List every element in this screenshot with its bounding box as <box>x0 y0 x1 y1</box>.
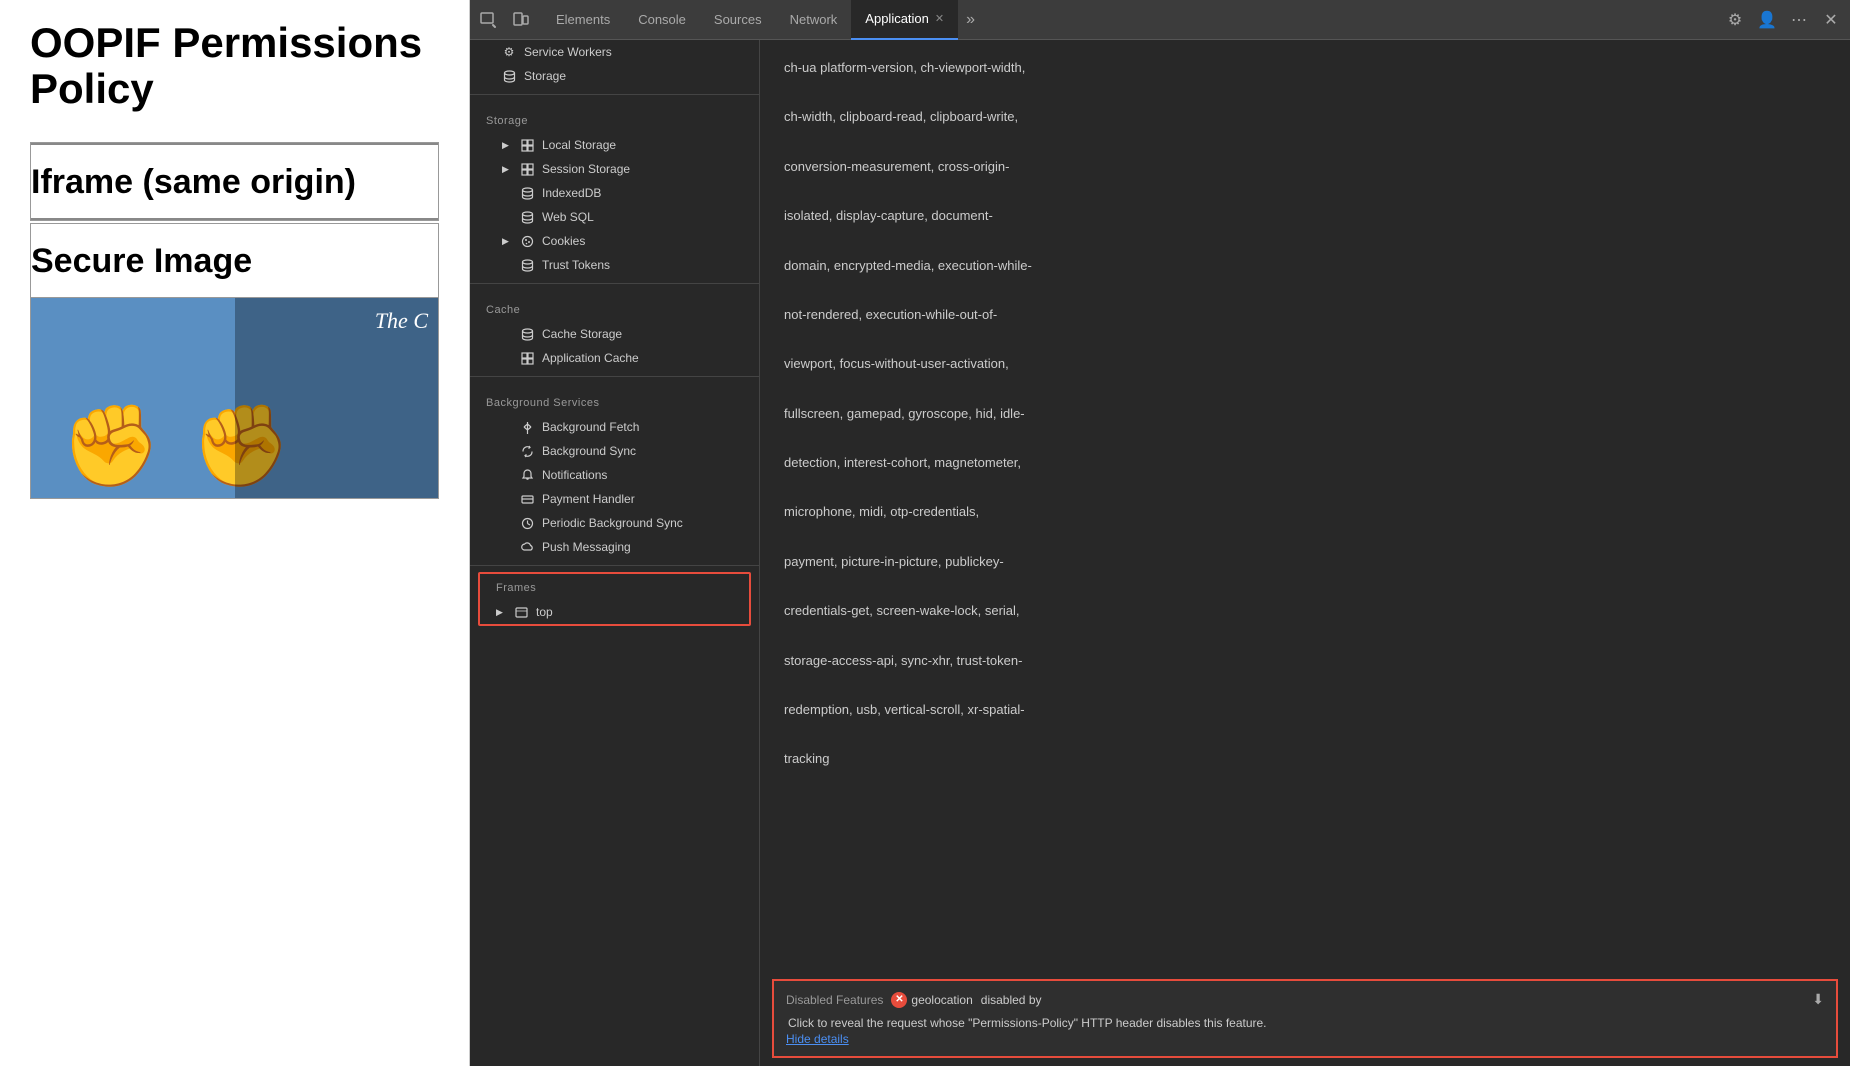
user-icon[interactable]: 👤 <box>1756 9 1778 31</box>
sidebar-item-payment-handler[interactable]: Payment Handler <box>470 487 759 511</box>
main-content-area: ch-ua platform-version, ch-viewport-widt… <box>760 40 1850 971</box>
db-icon <box>502 69 516 83</box>
arrow-icon-2: ▶ <box>502 236 512 247</box>
sidebar-item-local-storage[interactable]: ▶ Local Storage <box>470 133 759 157</box>
db-icon-3 <box>520 210 534 224</box>
sidebar-item-periodic-bg-sync[interactable]: Periodic Background Sync <box>470 511 759 535</box>
sidebar-item-notifications[interactable]: Notifications <box>470 463 759 487</box>
divider-2 <box>470 283 759 284</box>
bell-icon <box>520 468 534 482</box>
sidebar-item-indexeddb[interactable]: IndexedDB <box>470 181 759 205</box>
divider-3 <box>470 376 759 377</box>
disabled-features-label: Disabled Features <box>786 993 883 1007</box>
clock-icon <box>520 516 534 530</box>
sidebar-item-trust-tokens[interactable]: Trust Tokens <box>470 253 759 277</box>
iframe-title: Iframe (same origin) <box>31 143 438 220</box>
cache-section-header: Cache <box>470 290 759 322</box>
image-label: The C <box>375 308 428 334</box>
devtools-panel: Elements Console Sources Network Applica… <box>470 0 1850 1066</box>
devtools-topbar: Elements Console Sources Network Applica… <box>470 0 1850 40</box>
disabled-features-bar: Disabled Features ✕ geolocation disabled… <box>772 979 1838 1058</box>
tab-application[interactable]: Application ✕ <box>851 0 958 40</box>
devtools-toolbar-icons <box>478 10 530 30</box>
fetch-icon <box>520 420 534 434</box>
cookie-icon <box>520 234 534 248</box>
tab-elements[interactable]: Elements <box>542 0 624 40</box>
frames-section-header: Frames <box>480 574 749 600</box>
main-panel: ch-ua platform-version, ch-viewport-widt… <box>760 40 1850 1066</box>
divider-4 <box>470 565 759 566</box>
divider-1 <box>470 94 759 95</box>
red-x-icon: ✕ <box>891 992 907 1008</box>
arrow-icon: ▶ <box>502 140 512 151</box>
tab-sources[interactable]: Sources <box>700 0 776 40</box>
disabled-features-row: Disabled Features ✕ geolocation disabled… <box>786 991 1824 1008</box>
sidebar-item-bg-fetch[interactable]: Background Fetch <box>470 415 759 439</box>
hide-details-link[interactable]: Hide details <box>786 1032 849 1046</box>
grid-icon <box>520 138 534 152</box>
arrow-icon: ▶ <box>502 164 512 175</box>
grid-icon-3 <box>520 351 534 365</box>
secure-image-placeholder: ✊ ✊ The C <box>31 298 438 498</box>
disabled-badge: ✕ geolocation <box>891 992 972 1008</box>
db-icon-5 <box>520 327 534 341</box>
close-devtools-icon[interactable]: ✕ <box>1820 9 1842 31</box>
devtools-body: ⚙ Service Workers Storage Storage ▶ <box>470 40 1850 1066</box>
gear-icon: ⚙ <box>502 45 516 59</box>
sidebar-item-service-workers[interactable]: ⚙ Service Workers <box>470 40 759 64</box>
tab-application-close[interactable]: ✕ <box>935 12 944 25</box>
sync-icon <box>520 444 534 458</box>
grid-icon-2 <box>520 162 534 176</box>
disabled-feature-name: geolocation <box>911 993 972 1007</box>
db-icon-2 <box>520 186 534 200</box>
sidebar-item-storage-top[interactable]: Storage <box>470 64 759 88</box>
card-icon <box>520 492 534 506</box>
sidebar: ⚙ Service Workers Storage Storage ▶ <box>470 40 760 1066</box>
page-title: OOPIF Permissions Policy <box>30 20 439 112</box>
bg-services-header: Background Services <box>470 383 759 415</box>
settings-icon[interactable]: ⚙ <box>1724 9 1746 31</box>
sidebar-item-push-messaging[interactable]: Push Messaging <box>470 535 759 559</box>
sidebar-item-cookies[interactable]: ▶ Cookies <box>470 229 759 253</box>
tab-network[interactable]: Network <box>776 0 852 40</box>
storage-section-header: Storage <box>470 101 759 133</box>
more-tabs-button[interactable]: » <box>958 11 983 29</box>
frame-icon <box>514 605 528 619</box>
devtools-topbar-right: ⚙ 👤 ⋯ ✕ <box>1724 9 1842 31</box>
db-icon-4 <box>520 258 534 272</box>
sidebar-item-cache-storage[interactable]: Cache Storage <box>470 322 759 346</box>
cloud-icon <box>520 540 534 554</box>
disabled-by-text: disabled by <box>981 993 1042 1007</box>
device-icon[interactable] <box>510 10 530 30</box>
more-options-icon[interactable]: ⋯ <box>1788 9 1810 31</box>
frames-section: Frames ▶ top <box>478 572 751 626</box>
devtools-tabs: Elements Console Sources Network Applica… <box>542 0 1724 40</box>
page-content: OOPIF Permissions Policy Iframe (same or… <box>0 0 470 1066</box>
download-icon[interactable]: ⬇ <box>1812 991 1824 1008</box>
policy-text: ch-ua platform-version, ch-viewport-widt… <box>784 56 1826 772</box>
sidebar-item-web-sql[interactable]: Web SQL <box>470 205 759 229</box>
tab-console[interactable]: Console <box>624 0 700 40</box>
secure-image-title: Secure Image <box>31 224 438 298</box>
sidebar-item-top[interactable]: ▶ top <box>480 600 749 624</box>
sidebar-item-session-storage[interactable]: ▶ Session Storage <box>470 157 759 181</box>
secure-image-section: Secure Image ✊ ✊ The C <box>30 223 439 499</box>
arrow-icon-3: ▶ <box>496 607 506 618</box>
iframe-section: Iframe (same origin) <box>30 142 439 221</box>
inspect-icon[interactable] <box>478 10 498 30</box>
disabled-features-description: Click to reveal the request whose "Permi… <box>786 1014 1824 1032</box>
sidebar-item-application-cache[interactable]: Application Cache <box>470 346 759 370</box>
sidebar-item-bg-sync[interactable]: Background Sync <box>470 439 759 463</box>
